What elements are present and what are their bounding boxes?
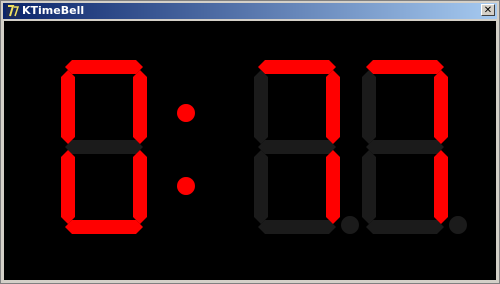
title-bar[interactable]: KTimeBell ✕ xyxy=(3,3,497,19)
segment-bottom xyxy=(65,220,143,234)
decimal-point xyxy=(449,216,467,234)
clock-digit-2 xyxy=(254,60,359,234)
segment-bottom-right xyxy=(326,150,340,224)
clock-digit-1 xyxy=(61,60,147,234)
segment-top xyxy=(366,60,444,74)
segment-bottom xyxy=(258,220,336,234)
segment-top-right xyxy=(434,70,448,144)
close-icon: ✕ xyxy=(483,5,493,16)
segment-middle xyxy=(65,140,143,154)
segment-top-left xyxy=(362,70,376,144)
colon-dot-upper xyxy=(177,104,195,122)
segment-bottom xyxy=(366,220,444,234)
segment-bottom-left xyxy=(362,150,376,224)
segment-top-left xyxy=(254,70,268,144)
window-title: KTimeBell xyxy=(22,4,85,17)
clock-colon xyxy=(177,104,195,195)
segment-middle xyxy=(366,140,444,154)
segment-bottom-left xyxy=(254,150,268,224)
segment-bottom-right xyxy=(434,150,448,224)
segment-top-right xyxy=(133,70,147,144)
clock-digit-3 xyxy=(362,60,467,234)
decimal-point xyxy=(341,216,359,234)
segment-bottom-left xyxy=(61,150,75,224)
segment-top xyxy=(258,60,336,74)
seven-segment-clock xyxy=(61,60,467,234)
colon-dot-lower xyxy=(177,177,195,195)
segment-middle xyxy=(258,140,336,154)
segment-top-right xyxy=(326,70,340,144)
segment-top xyxy=(65,60,143,74)
app-window: KTimeBell ✕ xyxy=(0,0,500,284)
segment-top-left xyxy=(61,70,75,144)
clock-display xyxy=(4,21,496,280)
close-button[interactable]: ✕ xyxy=(481,4,495,16)
ktimebell-app-icon xyxy=(6,4,20,18)
segment-bottom-right xyxy=(133,150,147,224)
